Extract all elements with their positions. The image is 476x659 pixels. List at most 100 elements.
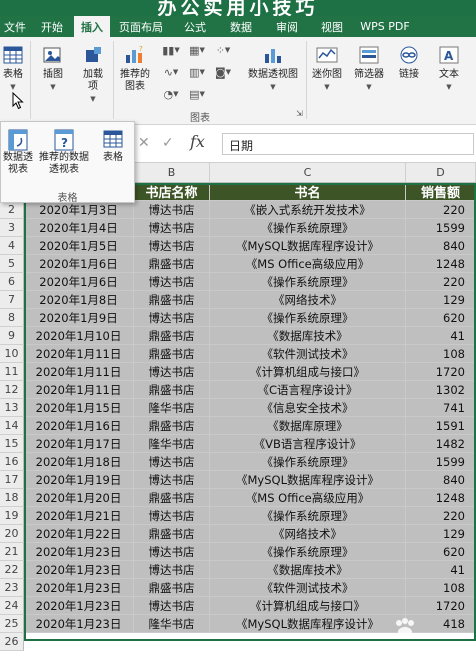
insert-function-icon[interactable]: fx	[190, 132, 205, 151]
book-cell[interactable]: 《MySQL数据库程序设计》	[210, 237, 406, 255]
sales-cell[interactable]: 1720	[406, 363, 476, 381]
statistic-chart-icon[interactable]: ▥ ▼	[186, 65, 208, 79]
scatter-chart-icon[interactable]: ⁘ ▼	[212, 43, 234, 57]
store-cell[interactable]: 博达书店	[134, 453, 210, 471]
book-cell[interactable]: 《MySQL数据库程序设计》	[210, 471, 406, 489]
book-cell[interactable]: 《MySQL数据库程序设计》	[210, 615, 406, 633]
store-cell[interactable]: 鼎盛书店	[134, 255, 210, 273]
sales-cell[interactable]: 41	[406, 561, 476, 579]
store-cell[interactable]: 博达书店	[134, 471, 210, 489]
store-cell[interactable]: 隆华书店	[134, 615, 210, 633]
row-number[interactable]: 25	[0, 615, 24, 633]
row-number[interactable]: 10	[0, 345, 24, 363]
sales-cell[interactable]: 220	[406, 273, 476, 291]
row-number[interactable]: 24	[0, 597, 24, 615]
formula-input[interactable]: 日期	[222, 133, 474, 155]
row-number[interactable]: 11	[0, 363, 24, 381]
store-cell[interactable]: 博达书店	[134, 273, 210, 291]
enter-icon[interactable]: ✓	[162, 135, 174, 151]
sales-cell[interactable]: 1248	[406, 489, 476, 507]
sales-cell[interactable]: 1599	[406, 219, 476, 237]
row-number[interactable]: 5	[0, 255, 24, 273]
addins-button[interactable]: 加载项 ▼	[78, 43, 108, 105]
row-number[interactable]: 4	[0, 237, 24, 255]
book-cell[interactable]: 《MS Office高级应用》	[210, 489, 406, 507]
sales-cell[interactable]: 840	[406, 471, 476, 489]
line-chart-icon[interactable]: ∿ ▼	[160, 65, 182, 79]
store-cell[interactable]: 博达书店	[134, 237, 210, 255]
sales-cell[interactable]: 1591	[406, 417, 476, 435]
date-cell[interactable]: 2020年1月20日	[24, 489, 134, 507]
sales-cell[interactable]: 1248	[406, 255, 476, 273]
column-chart-icon[interactable]: ▮▮ ▼	[160, 43, 182, 57]
row-number[interactable]: 22	[0, 561, 24, 579]
row-number[interactable]: 26	[0, 633, 24, 651]
date-cell[interactable]: 2020年1月6日	[24, 255, 134, 273]
store-cell[interactable]: 博达书店	[134, 597, 210, 615]
sales-cell[interactable]: 1482	[406, 435, 476, 453]
date-cell[interactable]: 2020年1月23日	[24, 597, 134, 615]
row-number[interactable]: 18	[0, 489, 24, 507]
tables-button[interactable]: 表格 ▼	[0, 43, 26, 93]
row-number[interactable]: 13	[0, 399, 24, 417]
book-cell[interactable]: 《操作系统原理》	[210, 273, 406, 291]
date-cell[interactable]: 2020年1月11日	[24, 363, 134, 381]
sales-cell[interactable]: 1302	[406, 381, 476, 399]
store-cell[interactable]: 鼎盛书店	[134, 345, 210, 363]
column-header-c[interactable]: C	[210, 163, 406, 183]
row-number[interactable]: 9	[0, 327, 24, 345]
row-number[interactable]: 6	[0, 273, 24, 291]
header-book-cell[interactable]: 书名	[210, 183, 406, 201]
tab-0[interactable]: 文件	[0, 16, 30, 37]
date-cell[interactable]: 2020年1月11日	[24, 381, 134, 399]
book-cell[interactable]: 《VB语言程序设计》	[210, 435, 406, 453]
book-cell[interactable]: 《操作系统原理》	[210, 453, 406, 471]
illustrations-button[interactable]: 插图 ▼	[36, 43, 70, 93]
tab-8[interactable]: WPS PDF	[354, 16, 416, 37]
date-cell[interactable]: 2020年1月8日	[24, 291, 134, 309]
date-cell[interactable]: 2020年1月6日	[24, 273, 134, 291]
row-number[interactable]: 20	[0, 525, 24, 543]
store-cell[interactable]: 隆华书店	[134, 435, 210, 453]
store-cell[interactable]: 博达书店	[134, 363, 210, 381]
store-cell[interactable]: 鼎盛书店	[134, 417, 210, 435]
row-number[interactable]: 8	[0, 309, 24, 327]
book-cell[interactable]: 《MS Office高级应用》	[210, 255, 406, 273]
date-cell[interactable]: 2020年1月18日	[24, 453, 134, 471]
store-cell[interactable]: 博达书店	[134, 507, 210, 525]
date-cell[interactable]: 2020年1月15日	[24, 399, 134, 417]
tab-1[interactable]: 开始	[30, 16, 74, 37]
store-cell[interactable]: 博达书店	[134, 309, 210, 327]
book-cell[interactable]: 《软件测试技术》	[210, 345, 406, 363]
pivot-chart-button[interactable]: 数据透视图 ▼	[242, 43, 304, 93]
header-store-cell[interactable]: 书店名称	[134, 183, 210, 201]
text-button[interactable]: A 文本 ▼	[434, 43, 464, 93]
column-header-b[interactable]: B	[134, 163, 210, 183]
map-chart-icon[interactable]: ◙ ▼	[212, 65, 234, 79]
book-cell[interactable]: 《软件测试技术》	[210, 579, 406, 597]
header-sales-cell[interactable]: 销售额	[406, 183, 476, 201]
row-number[interactable]: 16	[0, 453, 24, 471]
recommended-charts-button[interactable]: ? 推荐的图表	[116, 43, 154, 93]
store-cell[interactable]: 博达书店	[134, 219, 210, 237]
store-cell[interactable]: 鼎盛书店	[134, 291, 210, 309]
book-cell[interactable]: 《计算机组成与接口》	[210, 597, 406, 615]
tab-5[interactable]: 数据	[218, 16, 264, 37]
tab-4[interactable]: 公式	[172, 16, 218, 37]
book-cell[interactable]: 《操作系统原理》	[210, 309, 406, 327]
book-cell[interactable]: 《计算机组成与接口》	[210, 363, 406, 381]
row-number[interactable]: 23	[0, 579, 24, 597]
table-button[interactable]: 表格	[95, 128, 131, 164]
store-cell[interactable]: 鼎盛书店	[134, 489, 210, 507]
date-cell[interactable]: 2020年1月10日	[24, 327, 134, 345]
book-cell[interactable]: 《嵌入式系统开发技术》	[210, 201, 406, 219]
pivot-table-button[interactable]: 数据透视表	[1, 128, 35, 176]
sales-cell[interactable]: 108	[406, 345, 476, 363]
date-cell[interactable]: 2020年1月23日	[24, 561, 134, 579]
date-cell[interactable]: 2020年1月23日	[24, 579, 134, 597]
date-cell[interactable]: 2020年1月21日	[24, 507, 134, 525]
row-number[interactable]: 12	[0, 381, 24, 399]
book-cell[interactable]: 《信息安全技术》	[210, 399, 406, 417]
recommended-pivot-button[interactable]: ? 推荐的数据透视表	[35, 128, 93, 176]
store-cell[interactable]: 博达书店	[134, 201, 210, 219]
